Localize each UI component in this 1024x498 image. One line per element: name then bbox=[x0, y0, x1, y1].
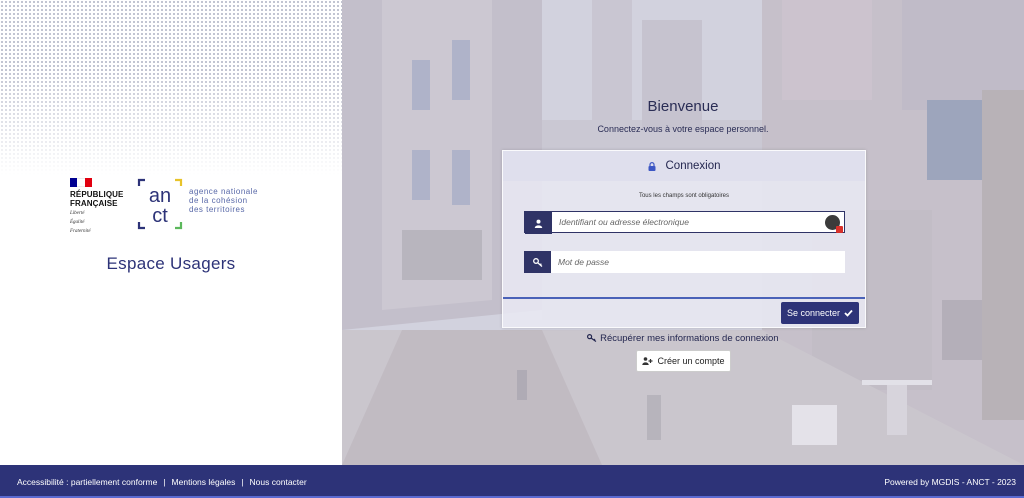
contact-link[interactable]: Nous contacter bbox=[250, 477, 307, 487]
login-header: Connexion bbox=[503, 151, 865, 181]
check-icon bbox=[844, 309, 853, 317]
anct-top-letters: an bbox=[149, 185, 171, 207]
devise-line-2: Égalité bbox=[70, 220, 85, 225]
footer-separator: | bbox=[241, 477, 244, 487]
footer: Accessibilité : partiellement conforme |… bbox=[0, 465, 1024, 498]
key-icon bbox=[587, 333, 597, 342]
required-fields-note: Tous les champs sont obligatoires bbox=[638, 193, 730, 199]
user-icon bbox=[534, 219, 543, 228]
user-plus-icon bbox=[642, 357, 653, 365]
republique-line-2: FRANÇAISE bbox=[70, 199, 118, 208]
login-footer: Se connecter bbox=[503, 297, 865, 329]
key-icon bbox=[532, 257, 542, 267]
password-input[interactable] bbox=[551, 251, 845, 273]
password-manager-icon[interactable] bbox=[825, 215, 843, 233]
recover-credentials-link[interactable]: Récupérer mes informations de connexion bbox=[587, 333, 779, 344]
create-account-label: Créer un compte bbox=[657, 356, 725, 366]
anct-logo-icon: an ct bbox=[137, 178, 183, 230]
legal-link[interactable]: Mentions légales bbox=[172, 477, 236, 487]
left-panel: RÉPUBLIQUE FRANÇAISE Liberté Égalité Fra… bbox=[0, 0, 342, 465]
devise-line-1: Liberté bbox=[70, 211, 85, 216]
footer-links: Accessibilité : partiellement conforme |… bbox=[17, 477, 307, 487]
republique-francaise-logo: RÉPUBLIQUE FRANÇAISE Liberté Égalité Fra… bbox=[70, 178, 130, 235]
username-addon bbox=[525, 212, 552, 234]
espace-title: Espace Usagers bbox=[106, 254, 236, 273]
recover-link-label: Récupérer mes informations de connexion bbox=[600, 333, 779, 344]
welcome-subtitle: Connectez-vous à votre espace personnel. bbox=[597, 124, 769, 134]
login-form: Connexion Tous les champs sont obligatoi… bbox=[502, 150, 866, 328]
agency-line-3: des territoires bbox=[189, 205, 245, 214]
dot-pattern bbox=[0, 0, 342, 175]
accessibility-link[interactable]: Accessibilité : partiellement conforme bbox=[17, 477, 157, 487]
login-button[interactable]: Se connecter bbox=[781, 302, 859, 324]
devise-line-3: Fraternité bbox=[70, 229, 91, 234]
login-title: Connexion bbox=[665, 160, 721, 172]
password-field bbox=[524, 251, 845, 273]
create-account-button[interactable]: Créer un compte bbox=[636, 350, 731, 372]
footer-separator: | bbox=[163, 477, 166, 487]
login-button-label: Se connecter bbox=[786, 308, 841, 318]
anct-bottom-letters: ct bbox=[152, 205, 168, 227]
lock-icon bbox=[648, 161, 655, 171]
password-addon bbox=[524, 251, 551, 273]
powered-by: Powered by MGDIS - ANCT - 2023 bbox=[884, 477, 1016, 487]
welcome-title: Bienvenue bbox=[647, 98, 719, 115]
french-flag-icon bbox=[70, 178, 92, 187]
username-input[interactable] bbox=[552, 212, 844, 232]
agency-line-2: de la cohésion bbox=[189, 196, 248, 205]
republique-line-1: RÉPUBLIQUE bbox=[70, 190, 124, 199]
logos: RÉPUBLIQUE FRANÇAISE Liberté Égalité Fra… bbox=[70, 178, 280, 234]
agency-name: agence nationale de la cohésion des terr… bbox=[189, 187, 258, 214]
recover-link-wrapper: Récupérer mes informations de connexion bbox=[342, 333, 1024, 344]
username-field bbox=[524, 211, 845, 234]
agency-line-1: agence nationale bbox=[189, 187, 258, 196]
